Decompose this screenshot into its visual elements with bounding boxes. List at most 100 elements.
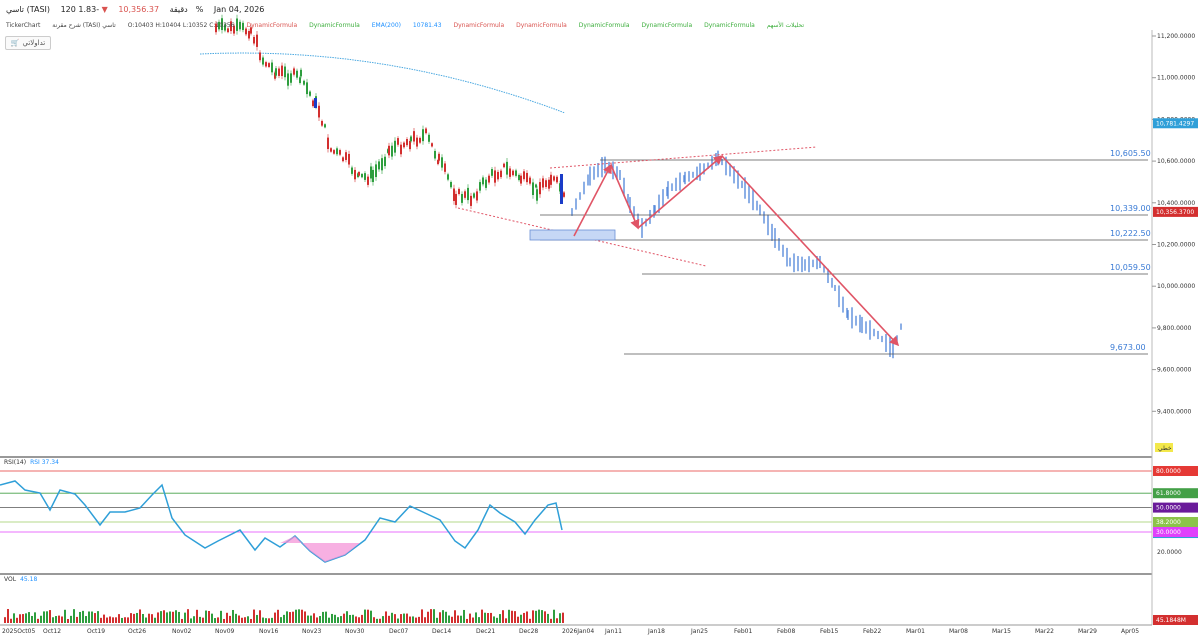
volume-bar[interactable]	[25, 613, 27, 623]
candle[interactable]	[450, 181, 452, 188]
channel-top[interactable]	[549, 146, 818, 169]
volume-bar[interactable]	[4, 617, 6, 623]
volume-bar[interactable]	[301, 609, 303, 623]
volume-bar[interactable]	[526, 611, 528, 623]
candle[interactable]	[303, 80, 305, 85]
volume-bar[interactable]	[334, 614, 336, 623]
volume-bar[interactable]	[364, 609, 366, 623]
candle[interactable]	[470, 195, 472, 206]
volume-bar[interactable]	[559, 613, 561, 623]
volume-bar[interactable]	[328, 617, 330, 623]
volume-bar[interactable]	[211, 613, 213, 623]
candle[interactable]	[545, 180, 547, 187]
candle[interactable]	[367, 176, 369, 185]
candle[interactable]	[491, 169, 493, 176]
volume-bar[interactable]	[289, 612, 291, 623]
volume-bar[interactable]	[550, 618, 552, 623]
volume-bar[interactable]	[562, 612, 564, 623]
volume-bar[interactable]	[367, 609, 369, 623]
volume-bar[interactable]	[262, 617, 264, 623]
volume-bar[interactable]	[61, 616, 63, 623]
volume-bar[interactable]	[307, 615, 309, 623]
volume-panel[interactable]	[4, 609, 564, 623]
candle[interactable]	[438, 153, 440, 161]
candle[interactable]	[563, 192, 565, 197]
forecast-arrow[interactable]	[721, 155, 900, 347]
candle[interactable]	[284, 66, 286, 78]
volume-bar[interactable]	[94, 613, 96, 623]
volume-bar[interactable]	[196, 609, 198, 623]
candle[interactable]	[482, 177, 484, 185]
volume-bar[interactable]	[484, 612, 486, 623]
candle[interactable]	[268, 63, 270, 67]
candle[interactable]	[410, 136, 412, 142]
volume-bar[interactable]	[421, 609, 423, 623]
candle[interactable]	[287, 73, 289, 86]
candle[interactable]	[306, 82, 308, 95]
volume-bar[interactable]	[409, 616, 411, 623]
volume-bar[interactable]	[139, 609, 141, 623]
volume-bar[interactable]	[97, 611, 99, 623]
candle[interactable]	[422, 129, 424, 142]
study-ema[interactable]: EMA(200)	[372, 22, 401, 29]
volume-bar[interactable]	[55, 616, 57, 623]
forecast-arrow[interactable]	[637, 154, 724, 229]
volume-bar[interactable]	[322, 611, 324, 623]
volume-bar[interactable]	[232, 609, 234, 623]
volume-bar[interactable]	[58, 615, 60, 623]
candle[interactable]	[381, 158, 383, 171]
candle[interactable]	[397, 138, 399, 145]
candle[interactable]	[425, 128, 427, 134]
volume-bar[interactable]	[256, 614, 258, 623]
volume-bar[interactable]	[346, 611, 348, 623]
candle[interactable]	[512, 170, 514, 176]
volume-bar[interactable]	[472, 617, 474, 623]
candle[interactable]	[394, 140, 396, 153]
chart-canvas[interactable]: 10,605.50 10,339.00 10,222.50 10,059.50 9,67…	[0, 0, 1200, 636]
volume-bar[interactable]	[187, 609, 189, 623]
study-1[interactable]: DynamicFormula	[309, 22, 360, 29]
volume-bar[interactable]	[277, 609, 279, 623]
volume-bar[interactable]	[478, 617, 480, 623]
candle[interactable]	[339, 150, 341, 155]
volume-bar[interactable]	[304, 611, 306, 623]
volume-bar[interactable]	[250, 618, 252, 623]
volume-bar[interactable]	[502, 610, 504, 623]
candle[interactable]	[453, 188, 455, 201]
volume-bar[interactable]	[46, 611, 48, 623]
volume-bar[interactable]	[469, 613, 471, 623]
volume-bar[interactable]	[490, 612, 492, 623]
volume-bar[interactable]	[463, 609, 465, 623]
volume-bar[interactable]	[487, 612, 489, 623]
volume-bar[interactable]	[445, 611, 447, 623]
candle[interactable]	[532, 182, 534, 196]
candle[interactable]	[548, 179, 550, 189]
candle[interactable]	[413, 131, 415, 142]
volume-bar[interactable]	[397, 618, 399, 623]
volume-bar[interactable]	[205, 610, 207, 623]
candle[interactable]	[455, 193, 457, 205]
volume-bar[interactable]	[31, 615, 33, 623]
candle[interactable]	[550, 174, 552, 185]
volume-bar[interactable]	[349, 614, 351, 623]
volume-bar[interactable]	[283, 614, 285, 623]
volume-bar[interactable]	[223, 618, 225, 623]
volume-bar[interactable]	[457, 615, 459, 623]
volume-bar[interactable]	[520, 614, 522, 623]
candle[interactable]	[278, 68, 280, 76]
volume-bar[interactable]	[202, 617, 204, 623]
candle[interactable]	[309, 91, 311, 96]
candle[interactable]	[441, 157, 443, 168]
candle[interactable]	[520, 175, 522, 184]
volume-bar[interactable]	[199, 616, 201, 623]
candle[interactable]	[400, 144, 402, 155]
volume-bar[interactable]	[292, 611, 294, 623]
volume-bar[interactable]	[247, 616, 249, 623]
candle[interactable]	[497, 171, 499, 180]
volume-bar[interactable]	[127, 617, 129, 623]
volume-bar[interactable]	[355, 616, 357, 623]
volume-bar[interactable]	[163, 610, 165, 623]
candle[interactable]	[372, 169, 374, 183]
volume-bar[interactable]	[175, 610, 177, 623]
volume-bar[interactable]	[151, 614, 153, 623]
